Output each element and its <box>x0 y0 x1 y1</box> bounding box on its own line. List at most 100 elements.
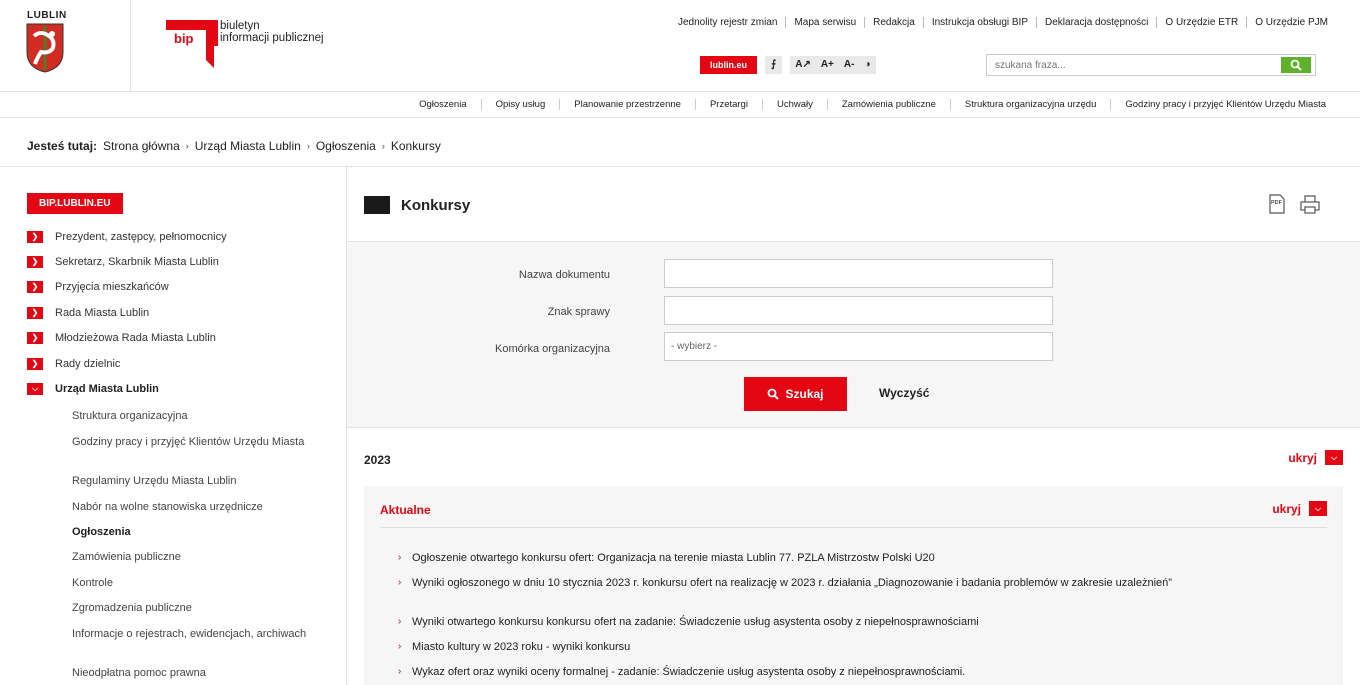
nav-item-godziny[interactable]: Godziny pracy i przyjęć Klientów Urzędu … <box>1110 99 1340 110</box>
pdf-icon[interactable]: PDF <box>1267 194 1287 214</box>
sidebar-item-sekretarz[interactable]: ❯ Sekretarz, Skarbnik Miasta Lublin <box>27 256 219 268</box>
list-item[interactable]: › Wyniki otwartego konkursu konkursu ofe… <box>398 616 1328 628</box>
bip-logo-text: bip <box>174 31 194 46</box>
text-style-icon[interactable]: A↗ <box>790 56 816 74</box>
lublin-eu-button[interactable]: lublin.eu <box>700 56 757 74</box>
doc-name-input[interactable] <box>664 259 1053 288</box>
breadcrumb: Jesteś tutaj: Strona główna › Urząd Mias… <box>27 139 441 153</box>
list-item[interactable]: › Miasto kultury w 2023 roku - wyniki ko… <box>398 641 1328 653</box>
sidebar-item-label: Młodzieżowa Rada Miasta Lublin <box>55 332 216 344</box>
font-increase-button[interactable]: A+ <box>816 56 839 74</box>
svg-text:PDF: PDF <box>1271 200 1283 206</box>
nav-item-uchwaly[interactable]: Uchwały <box>761 99 827 110</box>
hide-label: ukryj <box>1272 501 1301 516</box>
font-tools: A↗ A+ A- ◑ <box>790 56 876 74</box>
bip-title-line1: biuletyn <box>220 20 260 32</box>
contrast-icon[interactable]: ◑ <box>859 56 875 74</box>
sidebar-item-mlodziezowa[interactable]: ❯ Młodzieżowa Rada Miasta Lublin <box>27 332 216 344</box>
sidebar-item-prezydent[interactable]: ❯ Prezydent, zastępcy, pełnomocnicy <box>27 231 227 243</box>
top-link[interactable]: Redakcja <box>864 17 923 28</box>
year-panel: Aktualne ukryj ⌵ › Ogłoszenie otwartego … <box>364 486 1343 685</box>
breadcrumb-separator-icon: › <box>381 141 385 151</box>
list-item[interactable]: › Ogłoszenie otwartego konkursu ofert: O… <box>398 552 1328 564</box>
breadcrumb-lead: Jesteś tutaj: <box>27 139 98 153</box>
chevron-right-icon: ❯ <box>27 358 43 370</box>
breadcrumb-item[interactable]: Strona główna <box>103 139 180 153</box>
chevron-right-icon: ❯ <box>27 231 43 243</box>
title-bar: Konkursy PDF <box>347 166 1360 241</box>
year-label: 2023 <box>364 453 391 467</box>
sidebar-item-rada[interactable]: ❯ Rada Miasta Lublin <box>27 307 149 319</box>
breadcrumb-item[interactable]: Urząd Miasta Lublin <box>195 139 301 153</box>
list-item[interactable]: › Wyniki ogłoszonego w dniu 10 stycznia … <box>398 577 1328 589</box>
sidebar-subitem-current[interactable]: Ogłoszenia <box>72 526 322 539</box>
sidebar-item-label: Urząd Miasta Lublin <box>55 383 159 395</box>
nav-item-przetargi[interactable]: Przetargi <box>694 99 762 110</box>
sidebar-subitem[interactable]: Godziny pracy i przyjęć Klientów Urzędu … <box>72 436 322 449</box>
clear-button[interactable]: Wyczyść <box>879 386 929 400</box>
main-nav: Ogłoszenia Opisy usług Planowanie przest… <box>0 92 1360 118</box>
chevron-right-icon: › <box>398 616 402 627</box>
top-link[interactable]: Mapa serwisu <box>785 17 864 28</box>
section-hide-toggle[interactable]: ukryj ⌵ <box>1272 501 1327 516</box>
sidebar-subitem[interactable]: Kontrole <box>72 577 322 590</box>
case-input[interactable] <box>664 296 1053 325</box>
city-crest-area[interactable]: LUBLIN <box>0 0 131 92</box>
breadcrumb-item[interactable]: Ogłoszenia <box>316 139 376 153</box>
rss-icon[interactable]: ⨍ <box>765 56 783 74</box>
sidebar-subitem[interactable]: Zgromadzenia publiczne <box>72 602 322 615</box>
sidebar-item-label: Sekretarz, Skarbnik Miasta Lublin <box>55 256 219 268</box>
breadcrumb-separator-icon: › <box>185 141 189 151</box>
sidebar-subitem[interactable]: Nabór na wolne stanowiska urzędnicze <box>72 501 322 514</box>
sidebar-item-label: Przyjęcia mieszkańców <box>55 281 169 293</box>
sidebar-subitem[interactable]: Regulaminy Urzędu Miasta Lublin <box>72 475 322 488</box>
top-link[interactable]: O Urzędzie PJM <box>1246 17 1336 28</box>
top-link[interactable]: O Urzędzie ETR <box>1156 17 1246 28</box>
sidebar-item-rady-dzielnic[interactable]: ❯ Rady dzielnic <box>27 358 120 370</box>
sidebar-subitem[interactable]: Informacje o rejestrach, ewidencjach, ar… <box>72 628 322 641</box>
nav-item-zamowienia[interactable]: Zamówienia publiczne <box>826 99 950 110</box>
breadcrumb-separator-icon: › <box>306 141 310 151</box>
list-item-label: Ogłoszenie otwartego konkursu ofert: Org… <box>412 552 935 564</box>
page-title: Konkursy <box>401 197 471 214</box>
list-item-label: Wyniki otwartego konkursu konkursu ofert… <box>412 616 979 628</box>
font-decrease-button[interactable]: A- <box>839 56 860 74</box>
sidebar-item-przyjecia[interactable]: ❯ Przyjęcia mieszkańców <box>27 281 169 293</box>
top-link[interactable]: Instrukcja obsługi BIP <box>922 17 1036 28</box>
list-item[interactable]: › Wykaz ofert oraz wyniki oceny formalne… <box>398 666 1328 678</box>
search-button[interactable] <box>1281 57 1311 73</box>
nav-item-planowanie[interactable]: Planowanie przestrzenne <box>559 99 695 110</box>
chevron-down-icon: ⌵ <box>27 383 43 395</box>
year-hide-toggle[interactable]: ukryj ⌵ <box>1288 450 1343 465</box>
sidebar-badge[interactable]: BIP.LUBLIN.EU <box>27 193 123 214</box>
sidebar-subitem[interactable]: Nieodpłatna pomoc prawna <box>72 667 322 680</box>
list-item-label: Miasto kultury w 2023 roku - wyniki konk… <box>412 641 631 653</box>
section-label: Aktualne <box>380 503 431 517</box>
doc-name-label: Nazwa dokumentu <box>518 269 610 281</box>
chevron-right-icon: ❯ <box>27 307 43 319</box>
nav-item-struktura[interactable]: Struktura organizacyjna urzędu <box>949 99 1111 110</box>
chevron-right-icon: › <box>398 666 402 677</box>
accessibility-tools: lublin.eu ⨍ A↗ A+ A- ◑ <box>700 56 876 74</box>
chevron-right-icon: ❯ <box>27 256 43 268</box>
nav-item-opisy-uslug[interactable]: Opisy usług <box>480 99 560 110</box>
sidebar-subitem[interactable]: Struktura organizacyjna <box>72 410 322 423</box>
case-label: Znak sprawy <box>547 306 610 318</box>
search-box <box>986 54 1316 76</box>
unit-label: Komórka organizacyjna <box>495 343 610 355</box>
site-header: LUBLIN bip biuletyn informacji publiczne… <box>0 0 1360 92</box>
search-submit-button[interactable]: Szukaj <box>744 377 847 411</box>
search-input[interactable] <box>987 55 1277 75</box>
search-icon <box>1290 59 1302 71</box>
bip-logo-icon[interactable]: bip <box>160 16 220 72</box>
top-link[interactable]: Jednolity rejestr zmian <box>670 17 785 28</box>
sidebar-item-urzad[interactable]: ⌵ Urząd Miasta Lublin <box>27 383 159 395</box>
lublin-crest-icon <box>26 23 64 73</box>
nav-item-ogloszenia[interactable]: Ogłoszenia <box>405 99 481 110</box>
search-icon <box>768 388 780 400</box>
list-item-label: Wykaz ofert oraz wyniki oceny formalnej … <box>412 666 966 678</box>
print-icon[interactable] <box>1299 194 1321 214</box>
unit-select[interactable]: - wybierz - <box>664 332 1053 361</box>
top-link[interactable]: Deklaracja dostępności <box>1036 17 1156 28</box>
sidebar-subitem[interactable]: Zamówienia publiczne <box>72 551 322 564</box>
